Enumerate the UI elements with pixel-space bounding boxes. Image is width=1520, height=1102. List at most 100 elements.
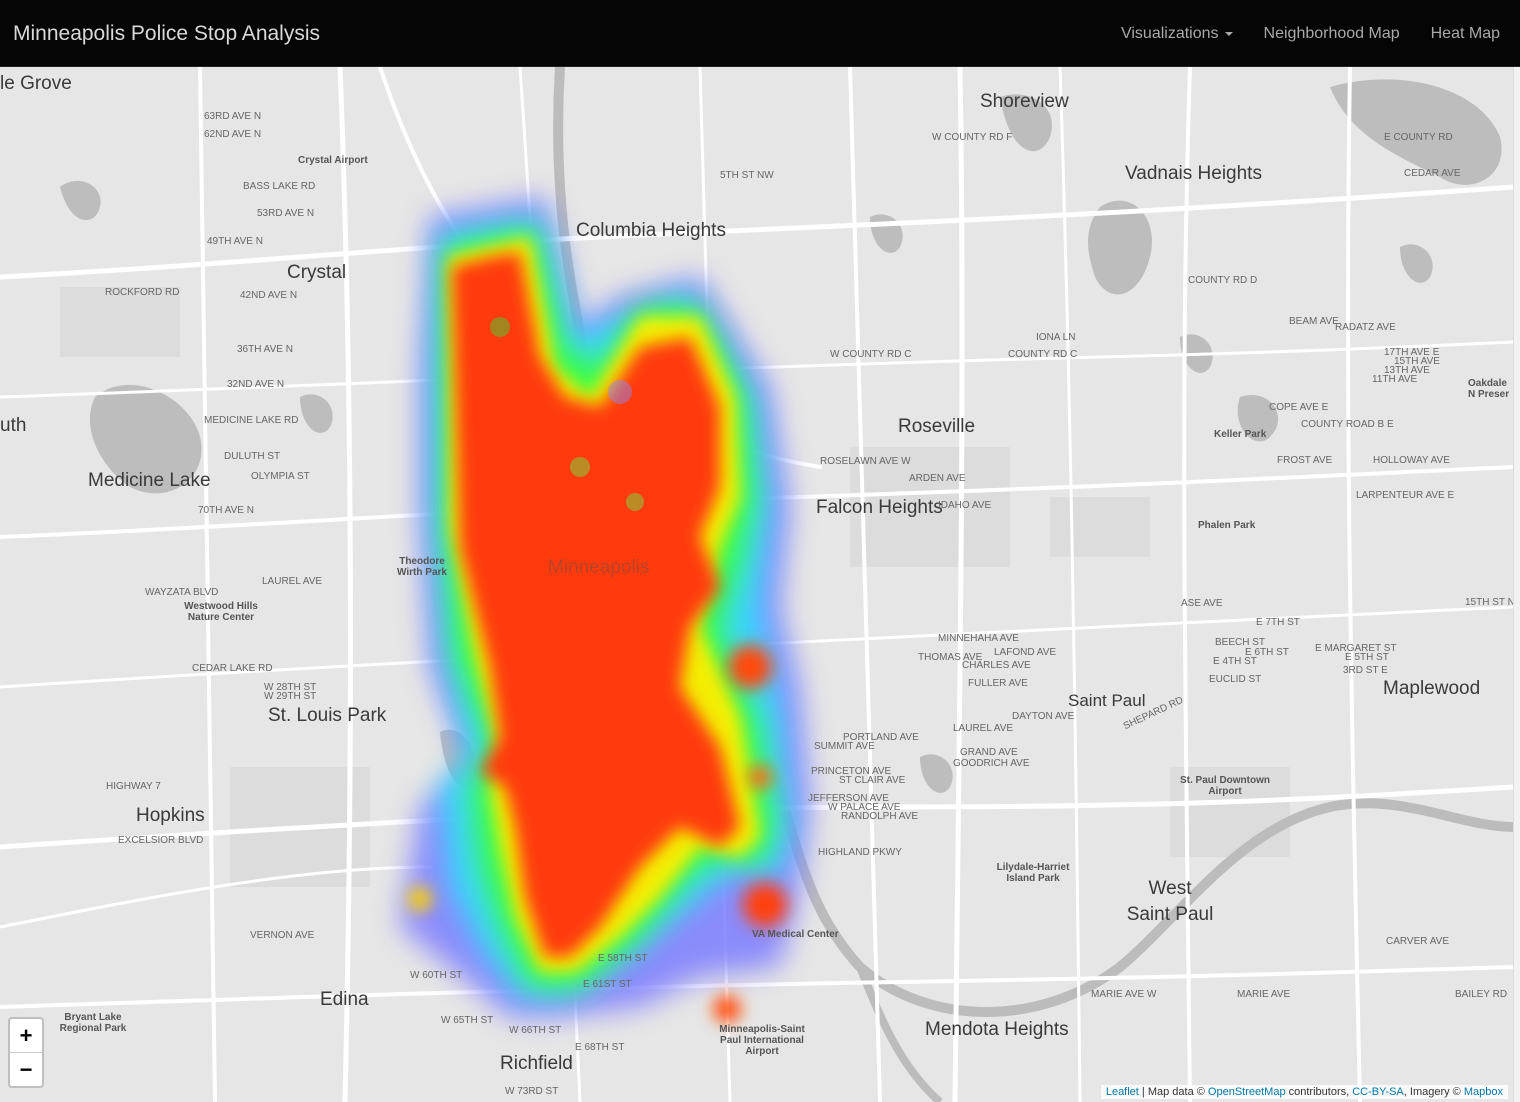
city-label: West Saint Paul	[1126, 878, 1214, 925]
street-label: RANDOLPH AVE	[841, 811, 919, 822]
street-label: 53RD AVE N	[257, 208, 315, 219]
poi-label: Theodore Wirth Park	[397, 556, 447, 578]
city-label: Roseville	[898, 416, 976, 437]
navbar-brand[interactable]: Minneapolis Police Stop Analysis	[13, 22, 320, 46]
street-label: E 61ST ST	[583, 979, 632, 990]
street-label: COUNTY ROAD B E	[1301, 419, 1394, 430]
street-label: GOODRICH AVE	[953, 758, 1030, 769]
city-label: Maplewood	[1383, 678, 1481, 699]
city-label: Minneapolis	[548, 557, 650, 578]
street-label: E 58TH ST	[598, 953, 648, 964]
map-container[interactable]: Shoreview Vadnais Heights Columbia Heigh…	[0, 67, 1514, 1102]
street-label: 11TH AVE	[1372, 374, 1418, 385]
city-label: uth	[0, 415, 27, 436]
nav-visualizations-label: Visualizations	[1120, 25, 1219, 42]
street-label: 15TH ST N	[1465, 597, 1514, 608]
street-label: EUCLID ST	[1209, 674, 1262, 685]
street-label: ST CLAIR AVE	[839, 775, 906, 786]
street-label: 36TH AVE N	[237, 344, 293, 355]
poi-label: St. Paul Downtown Airport	[1180, 775, 1270, 797]
zoom-control: + −	[8, 1017, 44, 1088]
leaflet-link[interactable]: Leaflet	[1106, 1086, 1139, 1098]
city-label: St. Louis Park	[268, 705, 387, 726]
street-label: HIGHLAND PKWY	[818, 847, 902, 858]
street-label: 32ND AVE N	[227, 379, 285, 390]
poi-label: Bryant Lake Regional Park	[59, 1012, 127, 1034]
street-label: E 6TH ST	[1245, 647, 1289, 658]
poi-label: Phalen Park	[1198, 520, 1256, 531]
street-label: CARVER AVE	[1386, 936, 1449, 947]
street-label: DULUTH ST	[224, 451, 281, 462]
street-label: 49TH AVE N	[207, 236, 263, 247]
openstreetmap-link[interactable]: OpenStreetMap	[1208, 1086, 1286, 1098]
city-label: Vadnais Heights	[1125, 163, 1262, 184]
cc-by-sa-link[interactable]: CC-BY-SA	[1352, 1086, 1404, 1098]
attribution-text: | Map data ©	[1138, 1086, 1208, 1098]
street-label: ROCKFORD RD	[105, 287, 180, 298]
city-label: Columbia Heights	[576, 220, 726, 241]
street-label: COUNTY RD C	[1008, 349, 1078, 360]
page-scrollbar[interactable]	[1513, 67, 1520, 1102]
street-label: COPE AVE E	[1269, 402, 1329, 413]
poi-label: Westwood Hills Nature Center	[184, 601, 258, 623]
street-label: MARIE AVE	[1237, 989, 1291, 1000]
base-map	[0, 67, 1514, 1102]
street-label: LAFOND AVE	[994, 647, 1057, 658]
attribution-text: contributors,	[1285, 1086, 1353, 1098]
city-label: le Grove	[0, 73, 72, 94]
street-label: MINNEHAHA AVE	[938, 633, 1019, 644]
street-label: 42ND AVE N	[240, 290, 298, 301]
city-label: Saint Paul	[1068, 691, 1146, 710]
street-label: HIGHWAY 7	[106, 781, 161, 792]
street-label: LARPENTEUR AVE E	[1356, 490, 1455, 501]
street-label: LAUREL AVE	[262, 576, 323, 587]
street-label: E COUNTY RD	[1384, 132, 1453, 143]
nav-neighborhood-map[interactable]: Neighborhood Map	[1264, 25, 1400, 43]
street-label: W 65TH ST	[441, 1015, 494, 1026]
poi-label: Crystal Airport	[298, 155, 368, 166]
street-label: GRAND AVE	[960, 747, 1018, 758]
city-label: Hopkins	[136, 805, 205, 826]
street-label: CEDAR AVE	[1404, 168, 1461, 179]
navbar: Minneapolis Police Stop Analysis Visuali…	[0, 0, 1520, 67]
street-label: W COUNTY RD F	[932, 132, 1013, 143]
street-label: OLYMPIA ST	[251, 471, 310, 482]
city-label: Edina	[320, 989, 369, 1010]
mapbox-link[interactable]: Mapbox	[1464, 1086, 1503, 1098]
street-label: COUNTY RD D	[1188, 275, 1258, 286]
street-label: E 68TH ST	[575, 1042, 625, 1053]
street-label: W 29TH ST	[264, 691, 317, 702]
nav-links: Visualizations Neighborhood Map Heat Map	[1121, 25, 1500, 43]
street-label: 70TH AVE N	[198, 505, 254, 516]
poi-label: Keller Park	[1214, 429, 1267, 440]
street-label: CEDAR LAKE RD	[192, 663, 273, 674]
street-label: 3RD ST E	[1343, 665, 1388, 676]
city-label: Medicine Lake	[88, 470, 211, 491]
street-label: ASE AVE	[1181, 598, 1223, 609]
street-label: LAUREL AVE	[953, 723, 1014, 734]
street-label: DAYTON AVE	[1012, 711, 1075, 722]
city-label: Mendota Heights	[925, 1019, 1069, 1040]
attribution-text: , Imagery ©	[1403, 1086, 1464, 1098]
street-label: EXCELSIOR BLVD	[118, 835, 204, 846]
zoom-out-button[interactable]: −	[10, 1053, 42, 1086]
poi-label: Minneapolis-Saint Paul International Air…	[719, 1024, 805, 1057]
street-label: W 66TH ST	[509, 1025, 562, 1036]
street-label: 63RD AVE N	[204, 111, 262, 122]
street-label: W COUNTY RD C	[830, 349, 912, 360]
street-label: RADATZ AVE	[1335, 322, 1396, 333]
street-label: IDAHO AVE	[938, 500, 992, 511]
nav-heat-map[interactable]: Heat Map	[1431, 25, 1500, 43]
street-label: W 60TH ST	[410, 970, 463, 981]
street-label: E 5TH ST	[1345, 652, 1389, 663]
street-label: MEDICINE LAKE RD	[204, 415, 299, 426]
zoom-in-button[interactable]: +	[10, 1019, 42, 1053]
street-label: ARDEN AVE	[909, 473, 966, 484]
nav-visualizations-dropdown[interactable]: Visualizations	[1121, 25, 1233, 43]
poi-label: VA Medical Center	[752, 929, 839, 940]
city-label: Crystal	[287, 262, 347, 283]
street-label: CHARLES AVE	[962, 660, 1031, 671]
street-label: SUMMIT AVE	[814, 741, 875, 752]
street-label: MARIE AVE W	[1091, 989, 1157, 1000]
street-label: BEAM AVE	[1289, 316, 1339, 327]
